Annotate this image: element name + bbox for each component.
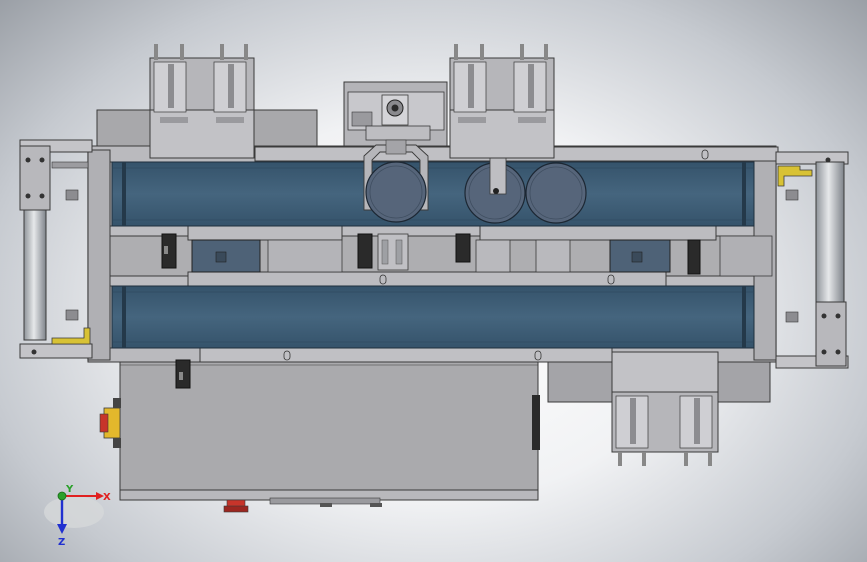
y-axis-label: Y: [65, 484, 74, 495]
left-lifting-unit: [149, 44, 255, 159]
lower-conveyor-belt: [111, 285, 755, 349]
bottom-right-lifting-unit: [611, 351, 719, 466]
left-cylinder-assembly: [19, 139, 93, 359]
center-guide-block: [377, 233, 409, 271]
upper-conveyor-belt: [111, 161, 755, 227]
y-axis-dot: [57, 491, 67, 501]
cad-viewport[interactable]: X Y Z: [0, 0, 867, 562]
emergency-stop: [99, 398, 121, 448]
axis-triad: X Y Z: [44, 484, 111, 548]
z-axis-label: Z: [58, 537, 65, 548]
x-axis-label: X: [103, 492, 111, 503]
bottom-red-button: [223, 499, 249, 513]
right-cylinder-assembly: [775, 151, 849, 369]
center-lifting-unit: [449, 44, 555, 159]
machine-assembly-drawing: X Y Z: [19, 44, 849, 548]
